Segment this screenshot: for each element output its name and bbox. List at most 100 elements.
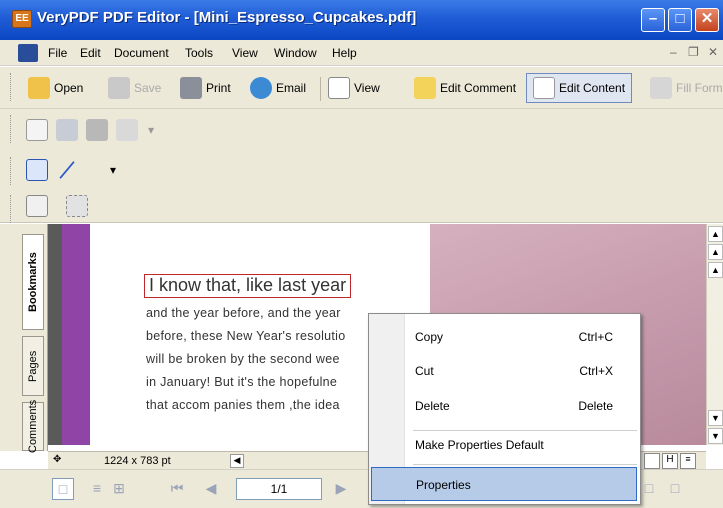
line-button[interactable] bbox=[59, 155, 75, 185]
text-object-button[interactable] bbox=[26, 191, 52, 221]
menu-view[interactable]: View bbox=[232, 46, 258, 60]
dropdown-arrow-icon[interactable]: ▾ bbox=[110, 155, 116, 185]
folder-icon bbox=[28, 77, 50, 99]
toolbar-separator bbox=[320, 77, 321, 101]
object-toolbar bbox=[0, 189, 723, 223]
move-icon[interactable]: ✥ bbox=[53, 454, 61, 465]
close-button[interactable]: ✕ bbox=[695, 8, 719, 32]
window-title: VeryPDF PDF Editor - [Mini_Espresso_Cupc… bbox=[37, 9, 417, 26]
toolbar-grip[interactable] bbox=[10, 195, 13, 223]
menu-document[interactable]: Document bbox=[114, 46, 169, 60]
menu-item-properties[interactable]: Properties bbox=[371, 467, 637, 501]
menu-item-copy[interactable]: Copy Ctrl+C bbox=[406, 320, 639, 354]
zoom-page-icon[interactable]: □ bbox=[638, 478, 660, 500]
open-button[interactable]: Open bbox=[28, 73, 83, 103]
page-size-label: 1224 x 783 pt bbox=[104, 455, 171, 467]
scroll-up-icon[interactable]: ▲ bbox=[708, 262, 723, 278]
properties-label: Properties bbox=[416, 478, 471, 492]
menu-help[interactable]: Help bbox=[332, 46, 357, 60]
two-page-icon[interactable]: H bbox=[662, 453, 678, 469]
pencil-button[interactable] bbox=[116, 115, 142, 145]
email-button[interactable]: Email bbox=[250, 73, 306, 103]
minimize-button[interactable]: – bbox=[641, 8, 665, 32]
doc-restore-icon[interactable]: ❐ bbox=[688, 45, 699, 59]
save-label: Save bbox=[134, 81, 162, 95]
tab-bookmarks[interactable]: Bookmarks bbox=[22, 234, 44, 330]
menu-separator bbox=[413, 464, 637, 465]
image-object-button[interactable] bbox=[66, 191, 92, 221]
note-button[interactable] bbox=[56, 115, 82, 145]
add-text-button[interactable] bbox=[26, 155, 52, 185]
main-toolbar: Open Save Print Email View Edit Comment … bbox=[0, 67, 723, 109]
print-button[interactable]: Print bbox=[180, 73, 231, 103]
grid-view-icon[interactable]: ≡ bbox=[680, 453, 696, 469]
add-text-icon bbox=[26, 159, 48, 181]
continuous-view-icon[interactable]: ≡ bbox=[86, 478, 108, 500]
doc-close-icon[interactable]: ✕ bbox=[708, 45, 718, 59]
save-icon bbox=[108, 77, 130, 99]
text-object-icon bbox=[26, 195, 48, 217]
page-down-icon[interactable]: ▼ bbox=[708, 428, 723, 444]
toolbar-grip[interactable] bbox=[10, 115, 13, 143]
menu-edit[interactable]: Edit bbox=[80, 46, 101, 60]
copy-label: Copy bbox=[415, 330, 444, 344]
single-page-view-icon[interactable]: □ bbox=[52, 478, 74, 500]
next-page-icon[interactable]: ▶ bbox=[330, 478, 352, 500]
document-line: will be broken by the second wee bbox=[146, 352, 340, 366]
edit-content-button[interactable]: Edit Content bbox=[526, 73, 633, 103]
edit-comment-button[interactable]: Edit Comment bbox=[414, 73, 516, 103]
menu-tools[interactable]: Tools bbox=[185, 46, 213, 60]
fill-form-label: Fill Form bbox=[676, 81, 723, 95]
tab-pages[interactable]: Pages bbox=[22, 336, 44, 396]
stamp-button[interactable] bbox=[86, 115, 112, 145]
email-label: Email bbox=[276, 81, 307, 95]
single-page-icon[interactable] bbox=[644, 453, 660, 469]
app-icon: EE bbox=[12, 10, 32, 28]
comment-icon bbox=[414, 77, 436, 99]
page-number-field[interactable]: 1/1 bbox=[236, 478, 322, 500]
toolbar-grip[interactable] bbox=[10, 157, 13, 185]
tab-comments[interactable]: Comments bbox=[22, 400, 44, 453]
menu-item-delete[interactable]: Delete Delete bbox=[406, 389, 639, 423]
facing-view-icon[interactable]: ⊞ bbox=[108, 478, 130, 500]
previous-page-icon[interactable]: ◀ bbox=[200, 478, 222, 500]
text-box-button[interactable] bbox=[26, 115, 52, 145]
text-box-icon bbox=[26, 119, 48, 141]
dropdown-arrow-icon[interactable]: ▾ bbox=[148, 115, 154, 145]
note-icon bbox=[56, 119, 78, 141]
vertical-scrollbar[interactable]: ▲ ▲ ▲ ▼ ▼ bbox=[706, 224, 723, 445]
document-line: before, these New Year's resolutio bbox=[146, 329, 346, 343]
left-panel-tabs: Bookmarks Pages Comments bbox=[0, 224, 48, 453]
scroll-left-icon[interactable]: ◀ bbox=[230, 454, 244, 468]
document-line: and the year before, and the year bbox=[146, 306, 341, 320]
print-label: Print bbox=[206, 81, 231, 95]
cursor-icon bbox=[533, 77, 555, 99]
email-icon bbox=[250, 77, 272, 99]
selected-text-box[interactable]: I know that, like last year bbox=[144, 274, 352, 298]
delete-shortcut: Delete bbox=[578, 399, 613, 413]
toolbar-grip[interactable] bbox=[10, 73, 13, 101]
view-label: View bbox=[354, 81, 380, 95]
menu-window[interactable]: Window bbox=[274, 46, 317, 60]
menu-item-make-properties-default[interactable]: Make Properties Default bbox=[406, 428, 639, 462]
first-page-icon[interactable]: ⏮ bbox=[166, 478, 188, 500]
maximize-button[interactable]: □ bbox=[668, 8, 692, 32]
document-line: that accom panies them ,the idea bbox=[146, 398, 340, 412]
menu-file[interactable]: File bbox=[48, 46, 67, 60]
view-button[interactable]: View bbox=[328, 73, 380, 103]
scroll-up-icon[interactable]: ▲ bbox=[708, 226, 723, 242]
image-object-icon bbox=[66, 195, 88, 217]
fit-page-icon[interactable]: □ bbox=[664, 478, 686, 500]
line-icon bbox=[59, 160, 75, 180]
edit-content-label: Edit Content bbox=[559, 81, 626, 95]
document-icon bbox=[18, 44, 38, 62]
save-button[interactable]: Save bbox=[108, 73, 161, 103]
pencil-icon bbox=[116, 119, 138, 141]
menu-item-cut[interactable]: Cut Ctrl+X bbox=[406, 354, 639, 388]
stamp-icon bbox=[86, 119, 108, 141]
doc-minimize-icon[interactable]: – bbox=[670, 45, 677, 59]
page-up-icon[interactable]: ▲ bbox=[708, 244, 723, 260]
scroll-down-icon[interactable]: ▼ bbox=[708, 410, 723, 426]
draw-toolbar: ▾ bbox=[0, 151, 723, 189]
fill-form-button[interactable]: Fill Form bbox=[650, 73, 723, 103]
